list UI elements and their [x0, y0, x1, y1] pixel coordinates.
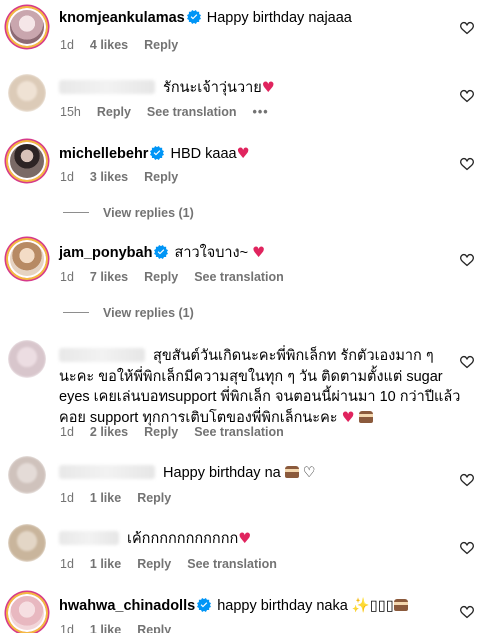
reply-button[interactable]: Reply — [137, 623, 171, 633]
blurred-username — [59, 531, 119, 545]
comment-text: รักนะเจ้าวุ่นวาย — [163, 80, 262, 96]
comment-likes[interactable]: 1 like — [90, 623, 121, 633]
cake-emoji — [284, 466, 299, 478]
comment-item: เค้กกกกกกกกกกก♥ 1d 1 like Reply See transla… — [0, 512, 487, 578]
heart-outline-icon[interactable] — [459, 540, 475, 556]
reply-button[interactable]: Reply — [137, 491, 171, 505]
verified-badge-icon — [187, 10, 201, 24]
avatar[interactable] — [8, 8, 46, 46]
verified-badge-icon — [150, 146, 164, 160]
comment-time[interactable]: 1d — [60, 557, 74, 571]
red-heart-emoji: ♥ — [341, 409, 355, 426]
comment-time[interactable]: 1d — [60, 491, 74, 505]
comment-username[interactable]: jam_ponybah — [59, 245, 152, 261]
see-translation-button[interactable]: See translation — [194, 425, 284, 439]
heart-outline-icon[interactable] — [459, 252, 475, 268]
comment-likes[interactable]: 2 likes — [90, 425, 128, 439]
heart-outline-icon[interactable] — [459, 88, 475, 104]
avatar[interactable] — [8, 74, 46, 112]
sparkle-emoji: ✨▯▯▯ — [351, 598, 394, 614]
comment-item: michellebehr HBD kaaa♥ 1d 3 likes Reply Vi… — [0, 130, 487, 230]
comment-time[interactable]: 1d — [60, 425, 74, 439]
red-heart-emoji: ♥ — [238, 531, 252, 547]
view-replies-label: View replies (1) — [103, 206, 194, 220]
red-heart-emoji: ♥ — [252, 245, 266, 261]
comment-item: hwahwa_chinadolls happy birthday naka ✨▯… — [0, 578, 487, 633]
comment-time[interactable]: 1d — [60, 270, 74, 284]
comment-likes[interactable]: 1 like — [90, 557, 121, 571]
comment-username[interactable]: knomjeankulamas — [59, 10, 185, 26]
blurred-username — [59, 348, 145, 362]
comment-likes[interactable]: 7 likes — [90, 270, 128, 284]
reply-button[interactable]: Reply — [144, 170, 178, 184]
avatar[interactable] — [8, 594, 46, 632]
comment-likes[interactable]: 4 likes — [90, 38, 128, 52]
comment-time[interactable]: 1d — [60, 623, 74, 633]
divider — [63, 312, 89, 313]
comment-time[interactable]: 1d — [60, 38, 74, 52]
comment-item: jam_ponybah สาวใจบาง~ ♥ 1d 7 likes Reply Se… — [0, 230, 487, 330]
comment-username[interactable]: michellebehr — [59, 146, 148, 162]
view-replies-button[interactable]: View replies (1) — [63, 206, 194, 220]
cake-emoji — [358, 410, 373, 423]
comment-username[interactable]: hwahwa_chinadolls — [59, 598, 195, 614]
comment-text: Happy birthday na — [163, 465, 281, 481]
comment-text: HBD kaaa — [170, 146, 237, 162]
comment-time[interactable]: 1d — [60, 170, 74, 184]
see-translation-button[interactable]: See translation — [194, 270, 284, 284]
heart-outline-icon[interactable] — [459, 354, 475, 370]
avatar[interactable] — [8, 524, 46, 562]
heart-outline-icon[interactable] — [459, 20, 475, 36]
comment-time[interactable]: 15h — [60, 105, 81, 119]
avatar[interactable] — [8, 240, 46, 278]
see-translation-button[interactable]: See translation — [187, 557, 277, 571]
more-options-icon[interactable]: ••• — [253, 105, 269, 119]
red-heart-emoji: ♥ — [261, 80, 275, 96]
see-translation-button[interactable]: See translation — [147, 105, 237, 119]
comment-item: รักนะเจ้าวุ่นวาย♥ 15h Reply See translatio… — [0, 62, 487, 130]
heart-outline-icon[interactable] — [459, 604, 475, 620]
comment-item: knomjeankulamas Happy birthday najaaa 1d… — [0, 0, 487, 62]
view-replies-button[interactable]: View replies (1) — [63, 306, 194, 320]
avatar[interactable] — [8, 456, 46, 494]
blurred-username — [59, 80, 155, 94]
reply-button[interactable]: Reply — [144, 425, 178, 439]
avatar[interactable] — [8, 142, 46, 180]
blurred-username — [59, 465, 155, 479]
comment-text: เค้กกกกกกกกกกก — [127, 531, 239, 547]
red-heart-emoji: ♥ — [236, 146, 250, 162]
comment-text: Happy birthday najaaa — [206, 10, 352, 26]
comment-item: Happy birthday na ♡ 1d 1 like Reply — [0, 452, 487, 512]
divider — [63, 212, 89, 213]
reply-button[interactable]: Reply — [97, 105, 131, 119]
reply-button[interactable]: Reply — [144, 38, 178, 52]
heart-outline-icon[interactable] — [459, 472, 475, 488]
comment-text: สาวใจบาง~ — [174, 245, 249, 261]
comment-likes[interactable]: 3 likes — [90, 170, 128, 184]
reply-button[interactable]: Reply — [144, 270, 178, 284]
comment-likes[interactable]: 1 like — [90, 491, 121, 505]
avatar[interactable] — [8, 340, 46, 378]
cake-emoji — [393, 599, 408, 611]
verified-badge-icon — [197, 598, 211, 612]
comment-text: happy birthday naka — [217, 598, 348, 614]
white-heart-emoji: ♡ — [302, 465, 316, 481]
reply-button[interactable]: Reply — [137, 557, 171, 571]
view-replies-label: View replies (1) — [103, 306, 194, 320]
comment-item: สุขสันต์วันเกิดนะคะพี่พิกเล็กท รักตัวเอง… — [0, 330, 487, 452]
verified-badge-icon — [154, 245, 168, 259]
heart-outline-icon[interactable] — [459, 156, 475, 172]
